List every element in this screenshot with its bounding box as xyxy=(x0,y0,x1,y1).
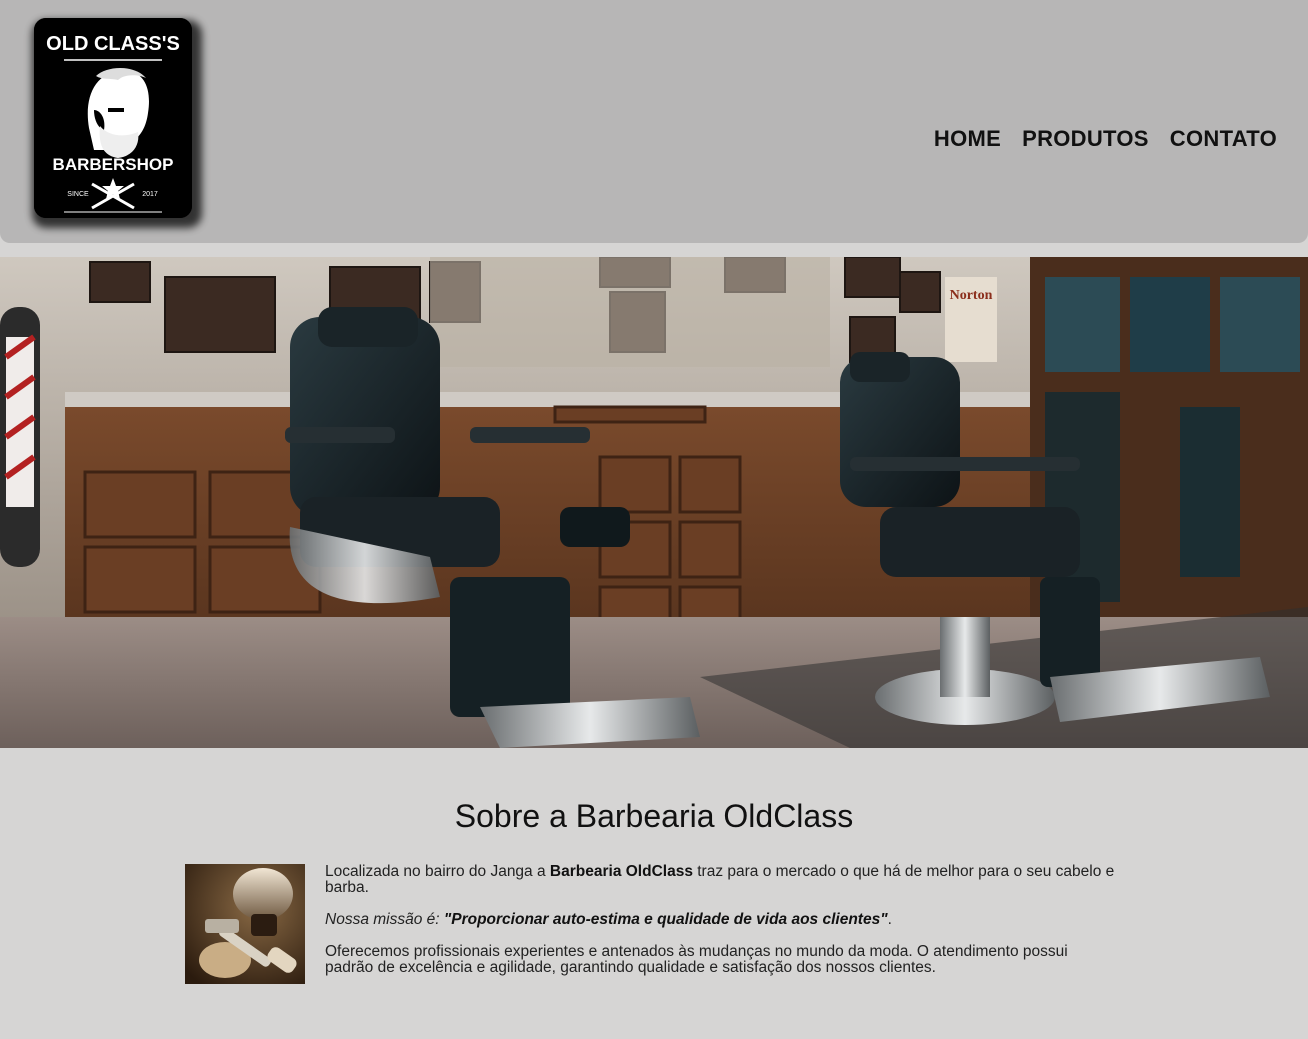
about-title: Sobre a Barbearia OldClass xyxy=(454,798,854,834)
nav-produtos-link[interactable]: PRODUTOS xyxy=(1022,126,1149,152)
nav-contato-link[interactable]: CONTATO xyxy=(1170,126,1277,152)
logo-link[interactable]: OLD CLASS'S BARBERSHOP SINCE 2017 xyxy=(22,10,202,230)
about-p1-before: Localizada no bairro do Janga a xyxy=(325,863,550,880)
barbershop-interior-photo: Norton xyxy=(0,257,1308,748)
mission-label: Nossa missão é: xyxy=(325,911,444,928)
about-p1-bold: Barbearia OldClass xyxy=(549,863,693,880)
logo-bottom-text: BARBERSHOP xyxy=(53,155,174,174)
logo-since: SINCE xyxy=(67,191,89,198)
site-header: OLD CLASS'S BARBERSHOP SINCE 2017 HOME P… xyxy=(0,0,1308,243)
about-description: Localizada no bairro do Janga a Barbeari… xyxy=(325,864,1115,992)
logo-year: 2017 xyxy=(142,191,158,198)
logo-top-text: OLD CLASS'S xyxy=(46,33,180,55)
mission-quote: "Proporcionar auto-estima e qualidade de… xyxy=(443,911,888,928)
nav-home-link[interactable]: HOME xyxy=(934,126,1001,152)
hero-sign-text: Norton xyxy=(950,288,993,303)
about-paragraph-3: Oferecemos profissionais experientes e a… xyxy=(325,943,1068,976)
about-paragraph-2: Nossa missão é: "Proporcionar auto-estim… xyxy=(325,912,1115,928)
about-paragraph-1: Localizada no bairro do Janga a Barbeari… xyxy=(325,864,1115,896)
mission-end: . xyxy=(887,911,892,928)
hero-banner-image: Norton xyxy=(0,257,1308,748)
shaving-brush-image xyxy=(185,864,305,984)
barbershop-logo: OLD CLASS'S BARBERSHOP SINCE 2017 xyxy=(34,18,192,218)
main-nav: HOME PRODUTOS CONTATO xyxy=(934,126,1277,152)
